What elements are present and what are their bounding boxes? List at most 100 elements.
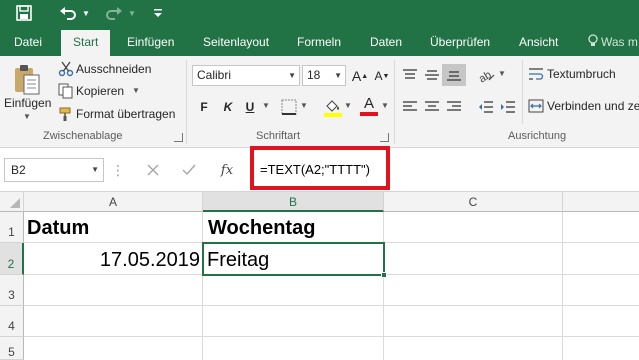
underline-button[interactable]: U: [240, 97, 260, 117]
paste-dropdown-icon[interactable]: ▼: [23, 112, 31, 121]
redo-icon: [102, 0, 126, 26]
undo-icon[interactable]: [56, 0, 80, 26]
format-painter-button[interactable]: Format übertragen: [76, 107, 175, 121]
cell-b1[interactable]: Wochentag: [208, 217, 315, 240]
row-header-1[interactable]: 1: [0, 212, 24, 243]
tab-page-layout[interactable]: Seitenlayout: [203, 26, 269, 56]
orientation-dropdown-icon[interactable]: ▼: [498, 69, 506, 78]
font-group-label: Schriftart: [256, 130, 301, 142]
worksheet-grid: A B C 1 2 3 4 5 Datum Wochentag 17.05.20…: [0, 192, 639, 360]
row-header-2[interactable]: 2: [0, 243, 24, 275]
svg-text:ab: ab: [477, 69, 494, 83]
fill-color-icon[interactable]: [322, 96, 344, 118]
formula-highlight-box: [250, 146, 390, 190]
align-top-icon[interactable]: [398, 64, 422, 86]
decrease-font-size-button[interactable]: A ▼: [372, 66, 392, 86]
cell-a1[interactable]: Datum: [27, 217, 89, 240]
font-color-swatch: [360, 112, 378, 116]
align-bottom-icon[interactable]: [442, 64, 466, 86]
tab-data[interactable]: Daten: [370, 26, 402, 56]
gridline: [562, 212, 563, 360]
ribbon-separator: [394, 60, 395, 144]
tell-me-label: Was m: [601, 35, 638, 49]
tab-view[interactable]: Ansicht: [519, 26, 558, 56]
title-bar: ▼ ▼: [0, 0, 639, 26]
decrease-indent-icon[interactable]: [474, 96, 498, 118]
align-middle-icon[interactable]: [420, 64, 444, 86]
cancel-icon: [138, 158, 168, 182]
lightbulb-icon: [588, 27, 598, 59]
chevron-down-icon: ▼: [91, 165, 99, 174]
merge-center-button[interactable]: Verbinden und ze: [547, 99, 639, 113]
gridline: [24, 305, 639, 306]
merge-icon: [528, 98, 544, 114]
alignment-group-label: Ausrichtung: [508, 130, 567, 142]
redo-dropdown-icon: ▼: [128, 8, 136, 18]
underline-dropdown-icon[interactable]: ▼: [262, 101, 270, 110]
save-icon[interactable]: [10, 0, 38, 26]
formula-bar-grip-icon[interactable]: ⋮: [111, 162, 125, 178]
paste-button[interactable]: Einfügen: [4, 96, 51, 110]
check-icon: [174, 158, 204, 182]
column-header-c[interactable]: C: [384, 192, 563, 212]
font-name-value: Calibri: [197, 68, 232, 82]
customize-qat-icon[interactable]: [150, 0, 166, 26]
font-color-button[interactable]: A: [358, 94, 380, 118]
row-header-3[interactable]: 3: [0, 275, 24, 306]
active-cell-border: [202, 242, 385, 276]
tab-insert[interactable]: Einfügen: [127, 26, 174, 56]
tab-file[interactable]: Datei: [14, 26, 42, 56]
borders-icon[interactable]: [280, 98, 298, 116]
column-header-b[interactable]: B: [203, 192, 384, 212]
scissors-icon: [58, 61, 74, 77]
font-name-combo[interactable]: Calibri ▼: [192, 65, 300, 86]
align-right-icon[interactable]: [442, 96, 466, 118]
name-box[interactable]: B2 ▼: [4, 158, 104, 182]
name-box-value: B2: [11, 163, 26, 177]
fill-handle[interactable]: [381, 272, 387, 278]
insert-function-button[interactable]: fx: [212, 158, 242, 182]
column-header-next[interactable]: [563, 192, 639, 212]
select-all-button[interactable]: [0, 192, 24, 212]
fill-color-dropdown-icon[interactable]: ▼: [344, 101, 352, 110]
undo-dropdown-icon[interactable]: ▼: [80, 0, 92, 26]
tab-start[interactable]: Start: [61, 30, 111, 56]
increase-indent-icon[interactable]: [496, 96, 520, 118]
font-size-combo[interactable]: 18 ▼: [302, 65, 346, 86]
chevron-down-icon: ▼: [334, 71, 342, 80]
clipboard-group-label: Zwischenablage: [43, 130, 123, 142]
font-size-value: 18: [307, 68, 321, 82]
italic-button[interactable]: K: [218, 97, 238, 117]
cell-a2[interactable]: 17.05.2019: [24, 249, 200, 272]
ribbon-separator: [186, 60, 187, 144]
ribbon-tabs: Datei Start Einfügen Seitenlayout Formel…: [0, 26, 639, 56]
tab-formulas[interactable]: Formeln: [297, 26, 341, 56]
copy-dropdown-icon[interactable]: ▼: [132, 86, 140, 95]
align-left-icon[interactable]: [398, 96, 422, 118]
row-header-4[interactable]: 4: [0, 306, 24, 337]
column-header-a[interactable]: A: [24, 192, 203, 212]
tab-review[interactable]: Überprüfen: [430, 26, 490, 56]
clipboard-launcher-icon[interactable]: [174, 133, 183, 142]
copy-button[interactable]: Kopieren: [76, 84, 124, 98]
bold-button[interactable]: F: [194, 97, 214, 117]
borders-dropdown-icon[interactable]: ▼: [300, 101, 308, 110]
orientation-icon[interactable]: ab: [474, 64, 498, 86]
increase-font-size-button[interactable]: A ▲: [350, 66, 370, 86]
tell-me-search[interactable]: Was m: [588, 26, 638, 56]
format-painter-icon: [58, 106, 74, 122]
gridline: [202, 212, 203, 360]
gridline: [383, 212, 384, 360]
ribbon-separator: [522, 60, 523, 124]
paste-icon[interactable]: [12, 62, 42, 96]
gridline: [24, 336, 639, 337]
row-header-5[interactable]: 5: [0, 337, 24, 360]
font-color-dropdown-icon[interactable]: ▼: [381, 101, 389, 110]
align-center-icon[interactable]: [420, 96, 444, 118]
cut-button[interactable]: Ausschneiden: [76, 62, 151, 76]
chevron-down-icon: ▼: [288, 71, 296, 80]
font-color-letter: A: [363, 95, 374, 112]
wrap-text-icon: [528, 66, 544, 82]
wrap-text-button[interactable]: Textumbruch: [547, 67, 616, 81]
font-launcher-icon[interactable]: [380, 133, 389, 142]
